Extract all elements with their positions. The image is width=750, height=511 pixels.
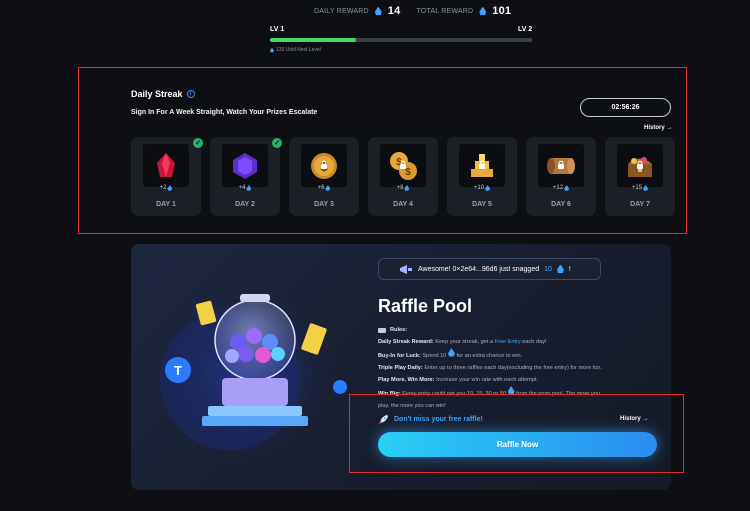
droplet-icon	[485, 185, 491, 191]
reward-stats: DAILY REWARD 14 TOTAL REWARD 101	[314, 5, 521, 17]
streak-title-text: Daily Streak	[131, 89, 183, 99]
rule-line: Buy-In for Luck: Spend 10 for an extra c…	[378, 348, 668, 362]
droplet-icon	[325, 185, 331, 191]
gumball-machine-illustration: T	[155, 285, 347, 465]
droplet-icon	[643, 185, 649, 191]
daily-reward-label: DAILY REWARD	[314, 7, 369, 15]
day-label: DAY 7	[630, 201, 650, 208]
droplet-icon	[270, 47, 274, 53]
streak-history-link[interactable]: History →	[644, 125, 672, 131]
total-reward-label: TOTAL REWARD	[416, 7, 474, 15]
level-next: LV 2	[518, 26, 533, 33]
winner-toast: Awesome! 0×2e64...96d6 just snagged 10 !	[378, 258, 601, 280]
droplet-icon	[374, 6, 382, 16]
check-icon: ✓	[193, 138, 203, 148]
info-icon[interactable]: i	[186, 90, 195, 98]
daily-reward-value: 14	[387, 5, 401, 17]
droplet-icon	[447, 348, 455, 357]
day-label: DAY 2	[235, 201, 255, 208]
raffle-history-link[interactable]: History →	[620, 416, 648, 422]
header: DAILY REWARD 14 TOTAL REWARD 101 LV 1 LV…	[0, 0, 750, 60]
day-label: DAY 1	[156, 201, 176, 208]
until-next-level: 139 Until Next Level	[270, 47, 321, 53]
free-raffle-notice: Don't miss your free raffle!	[378, 414, 483, 425]
droplet-icon	[246, 185, 252, 191]
ruby-icon	[143, 144, 189, 187]
lock-icon	[558, 160, 564, 169]
level-progress-fill	[270, 38, 357, 42]
streak-title: Daily Streak i	[131, 89, 195, 99]
level-progress-bar	[270, 38, 532, 42]
amethyst-icon	[222, 144, 268, 187]
day-label: DAY 3	[314, 201, 334, 208]
day-amount: +12	[552, 185, 564, 191]
day-amount: +8	[396, 185, 404, 191]
streak-days: ✓ +2 DAY 1 ✓ +4 DAY 2 $ +6 DAY 3 $$ +8 D…	[131, 137, 675, 216]
toast-amount: 10	[544, 265, 552, 273]
until-next-text: 139 Until Next Level	[276, 47, 321, 53]
toast-text: Awesome! 0×2e64...96d6 just snagged	[418, 265, 540, 273]
level-current: LV 1	[270, 26, 285, 33]
lock-icon	[321, 160, 327, 169]
day-amount: +10	[473, 185, 485, 191]
day-card[interactable]: +12 DAY 6	[526, 137, 596, 216]
day-amount: +4	[238, 185, 246, 191]
raffle-title: Raffle Pool	[378, 296, 473, 316]
lock-icon	[400, 160, 406, 169]
streak-subtitle: Sign In For A Week Straight, Watch Your …	[131, 109, 318, 116]
droplet-icon	[167, 185, 173, 191]
day-amount: +6	[317, 185, 325, 191]
day-card[interactable]: ✓ +2 DAY 1	[131, 137, 203, 216]
check-icon: ✓	[272, 138, 282, 148]
streak-timer: 02:56:26	[580, 98, 671, 117]
day-card[interactable]: ✓ +4 DAY 2	[210, 137, 282, 216]
toast-suffix: !	[568, 265, 571, 273]
rocket-icon	[379, 415, 388, 424]
rule-line: Daily Streak Reward: Keep your streak, g…	[378, 339, 547, 345]
droplet-icon	[564, 185, 570, 191]
droplet-icon	[404, 185, 410, 191]
free-raffle-text: Don't miss your free raffle!	[394, 416, 483, 423]
day-label: DAY 6	[551, 201, 571, 208]
droplet-icon	[479, 6, 487, 16]
day-card[interactable]: +15 DAY 7	[605, 137, 675, 216]
lock-icon	[479, 160, 485, 169]
day-card[interactable]: +10 DAY 5	[447, 137, 517, 216]
day-card[interactable]: $ +6 DAY 3	[289, 137, 359, 216]
raffle-now-button[interactable]: Raffle Now	[378, 432, 657, 457]
rule-line: Triple Play Daily: Enter up to three raf…	[378, 365, 603, 371]
day-amount: +2	[159, 185, 167, 191]
day-label: DAY 4	[393, 201, 413, 208]
rules-label: Rules:	[390, 327, 408, 333]
svg-text:T: T	[174, 363, 182, 378]
megaphone-icon	[400, 264, 412, 274]
day-amount: +15	[631, 185, 643, 191]
rule-line: Play More, Win More: Increase your win r…	[378, 377, 539, 383]
day-card[interactable]: $ $ +8 DAY 4	[368, 137, 438, 216]
day-label: DAY 5	[472, 201, 492, 208]
ticket-icon	[378, 327, 386, 333]
droplet-icon	[556, 264, 564, 274]
lock-icon	[637, 160, 643, 169]
total-reward-value: 101	[492, 5, 512, 17]
